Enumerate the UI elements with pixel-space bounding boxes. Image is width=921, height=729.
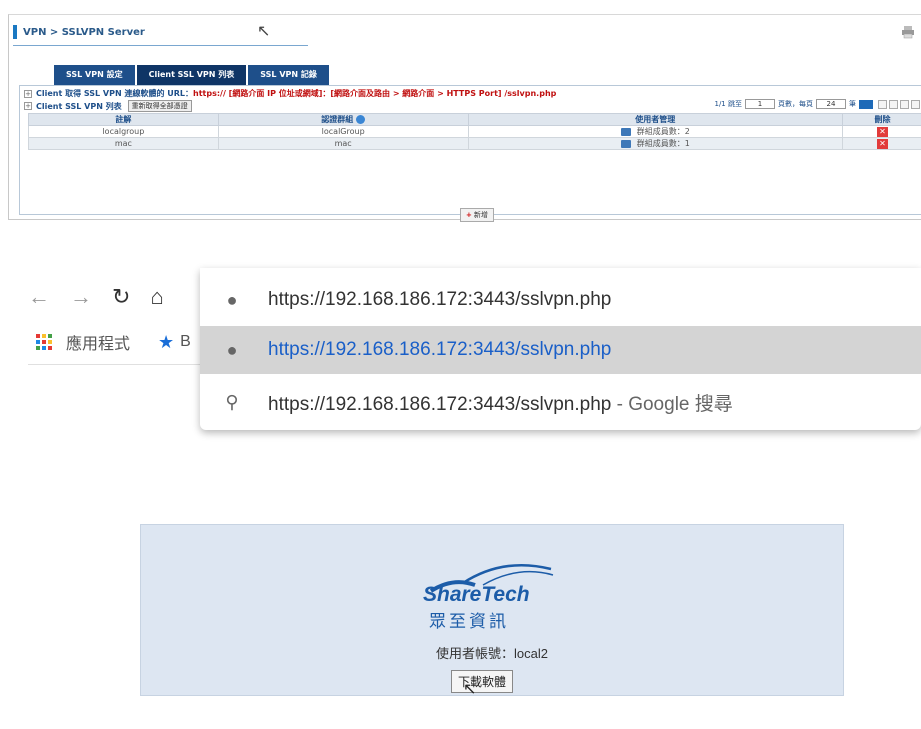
breadcrumb-text: VPN > SSLVPN Server <box>23 26 145 38</box>
next-page-button[interactable] <box>900 99 909 109</box>
folder-icon <box>620 139 631 148</box>
row-delete[interactable]: ✕ <box>842 137 921 150</box>
per-page-unit: 筆 <box>849 100 856 108</box>
row-group: mac <box>217 137 469 150</box>
bookmark-b-label[interactable]: B <box>180 333 191 351</box>
page-input[interactable]: 1 <box>745 99 775 109</box>
expand-icon[interactable]: + <box>24 102 32 110</box>
expand-icon[interactable]: + <box>24 89 32 98</box>
breadcrumb-marker <box>13 25 17 39</box>
omnibox-dropdown: ● https://192.168.186.172:3443/sslvpn.ph… <box>200 268 921 430</box>
bookmark-star-icon[interactable]: ★ <box>158 332 174 353</box>
browser-nav: ← → ↻ ⌂ <box>28 284 184 310</box>
list-title: Client SSL VPN 列表 <box>36 101 122 111</box>
add-icon: + <box>466 211 472 219</box>
suggestion-search-text: https://192.168.186.172:3443/sslvpn.php … <box>268 393 733 415</box>
suggestion-url[interactable]: ● https://192.168.186.172:3443/sslvpn.ph… <box>200 326 921 374</box>
client-url-info: + Client 取得 SSL VPN 連線軟體的 URL： https:// … <box>24 88 556 99</box>
clear-certificates-button[interactable]: 重新取得全部憑證 <box>127 100 192 112</box>
suggestion-url-text: https://192.168.186.172:3443/sslvpn.php <box>268 339 612 360</box>
tab-client-ssl-vpn-list[interactable]: Client SSL VPN 列表 <box>136 65 247 85</box>
download-page: ShareTech 眾至資訊 使用者帳號：local2 下載軟體 ↖ <box>140 524 844 698</box>
last-page-button[interactable] <box>911 99 920 109</box>
go-button[interactable] <box>859 99 873 109</box>
bookmark-apps-label[interactable]: 應用程式 <box>66 330 130 354</box>
row-note: localgroup <box>28 125 219 138</box>
logo-text: ShareTech <box>423 583 530 606</box>
table-row: mac mac 群組成員數：1 ✕ <box>28 137 921 150</box>
delete-icon[interactable]: ✕ <box>877 126 889 137</box>
back-icon[interactable]: ← <box>28 284 50 310</box>
help-icon[interactable] <box>356 115 366 124</box>
mouse-cursor-icon: ↖ <box>257 23 271 40</box>
add-button[interactable]: + 新增 <box>460 208 494 222</box>
globe-icon: ● <box>226 289 238 310</box>
suggestion-search[interactable]: ⚲ https://192.168.186.172:3443/sslvpn.ph… <box>200 378 921 426</box>
row-delete[interactable]: ✕ <box>842 125 921 138</box>
list-content: + Client 取得 SSL VPN 連線軟體的 URL： https:// … <box>19 85 921 222</box>
forward-icon[interactable]: → <box>70 284 92 310</box>
list-header-line: + Client SSL VPN 列表 重新取得全部憑證 <box>24 100 192 112</box>
user-account-label: 使用者帳號：local2 <box>436 646 548 661</box>
logo-chinese: 眾至資訊 <box>429 612 509 631</box>
omnibox-input[interactable]: https://192.168.186.172:3443/sslvpn.php <box>268 289 611 311</box>
row-members[interactable]: 群組成員數：2 <box>467 125 844 138</box>
page-count: 1/1 <box>714 100 726 108</box>
client-url-label: Client 取得 SSL VPN 連線軟體的 URL： <box>36 89 193 98</box>
column-header-user-management: 使用者管理 <box>467 113 844 126</box>
row-note: mac <box>28 137 219 150</box>
row-group: localGroup <box>217 125 469 138</box>
bookmarks-bar: 應用程式 ★ B <box>36 330 191 354</box>
omnibox-input-row[interactable]: ● https://192.168.186.172:3443/sslvpn.ph… <box>200 276 921 324</box>
sharetech-logo: ShareTech 眾至資訊 <box>423 555 573 631</box>
tab-ssl-vpn-log[interactable]: SSL VPN 記錄 <box>248 65 329 85</box>
per-page-label: 頁數，每頁 <box>778 100 813 108</box>
column-header-delete: 刪除 <box>842 113 921 126</box>
client-url-value: https:// [網路介面 IP 位址或網域]：[網路介面及路由 > 網路介面… <box>193 89 557 98</box>
mouse-cursor-icon: ↖ <box>463 681 477 698</box>
download-button[interactable]: 下載軟體 <box>451 670 514 693</box>
row-members[interactable]: 群組成員數：1 <box>467 137 844 150</box>
per-page-input[interactable]: 24 <box>816 99 846 109</box>
tab-bar: SSL VPN 設定 Client SSL VPN 列表 SSL VPN 記錄 <box>54 65 331 85</box>
column-header-group: 認證群組 <box>217 113 469 126</box>
delete-icon[interactable]: ✕ <box>877 138 889 149</box>
admin-panel: VPN > SSLVPN Server ↖ SSL VPN 設定 Client … <box>8 14 921 222</box>
print-icon[interactable] <box>901 25 915 39</box>
column-header-note: 註解 <box>28 113 219 126</box>
client-vpn-table: 註解 認證群組 使用者管理 刪除 localgroup localGroup 群… <box>28 113 921 150</box>
globe-icon: ● <box>226 339 238 360</box>
first-page-button[interactable] <box>878 99 887 109</box>
tab-ssl-vpn-settings[interactable]: SSL VPN 設定 <box>54 65 135 85</box>
reload-icon[interactable]: ↻ <box>112 284 130 310</box>
prev-page-button[interactable] <box>889 99 898 109</box>
breadcrumb: VPN > SSLVPN Server <box>13 25 145 39</box>
browser-panel: ← → ↻ ⌂ 應用程式 ★ B ● https://192.168.186.1… <box>28 268 921 458</box>
folder-icon <box>620 127 631 136</box>
breadcrumb-underline <box>13 45 308 46</box>
home-icon[interactable]: ⌂ <box>150 284 163 310</box>
search-icon: ⚲ <box>225 391 239 412</box>
toolbar-divider <box>28 364 208 365</box>
table-row: localgroup localGroup 群組成員數：2 ✕ <box>28 125 921 138</box>
apps-icon[interactable] <box>36 334 52 350</box>
jump-label: 跳至 <box>728 100 742 108</box>
pager: 1/1 跳至 1 頁數，每頁 24 筆 <box>714 99 920 109</box>
